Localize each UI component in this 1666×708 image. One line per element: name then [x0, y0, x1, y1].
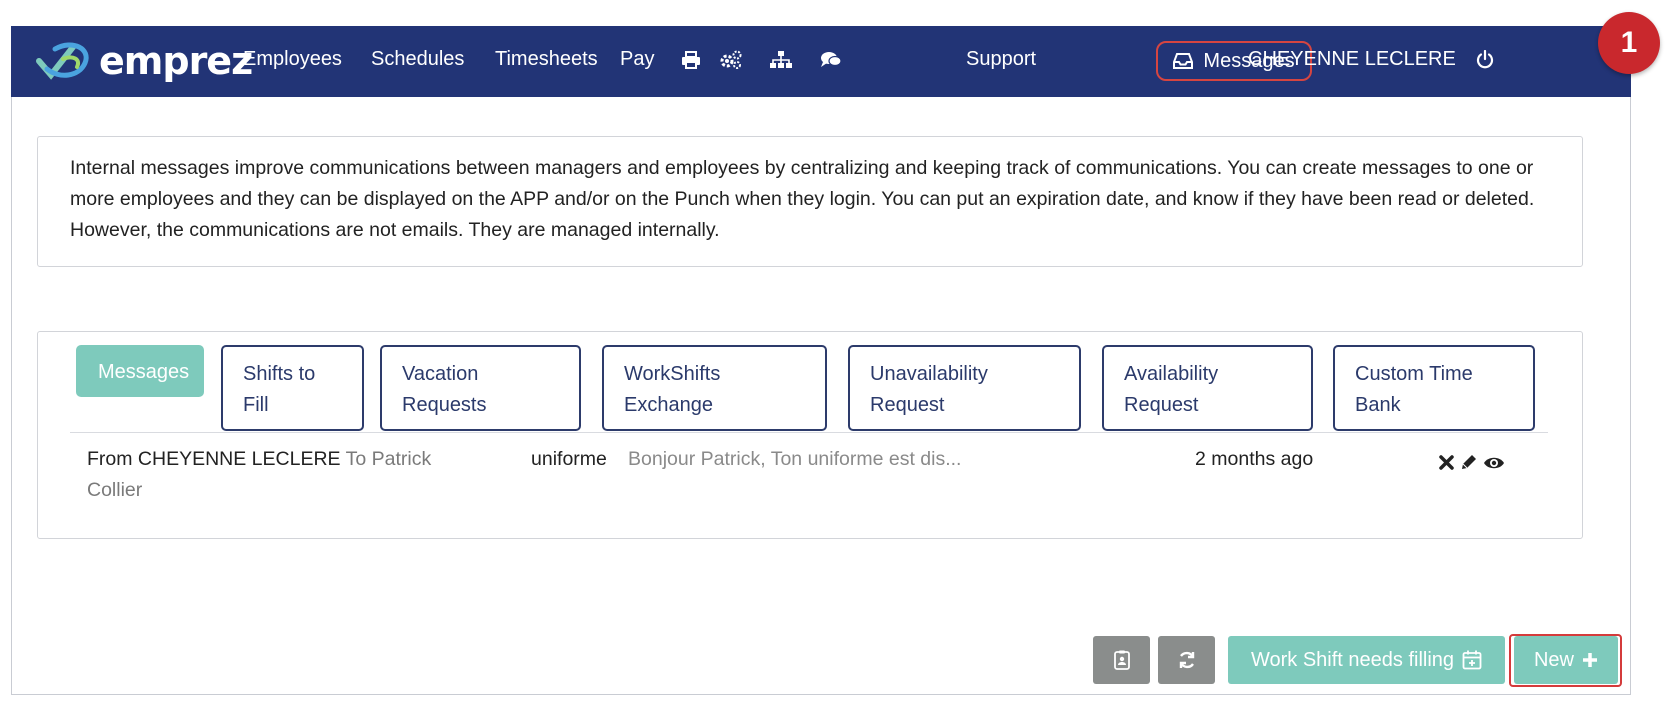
tab-custom-time-bank[interactable]: Custom Time Bank	[1333, 345, 1535, 431]
view-icon[interactable]	[1483, 450, 1505, 481]
refresh-button[interactable]	[1158, 636, 1215, 684]
comments-icon[interactable]	[815, 42, 847, 78]
nav-employees[interactable]: Employees	[243, 48, 342, 71]
info-panel: Internal messages improve communications…	[37, 136, 1583, 267]
brand-name: emprez	[99, 39, 253, 83]
tab-vacation-requests[interactable]: Vacation Requests	[380, 345, 581, 431]
tab-workshifts-exchange[interactable]: WorkShifts Exchange	[602, 345, 827, 431]
brand-logo[interactable]: emprez	[33, 36, 253, 86]
info-text: Internal messages improve communications…	[70, 157, 1535, 241]
edit-icon[interactable]	[1460, 450, 1478, 481]
tab-divider	[70, 432, 1548, 433]
tab-unavailability-request[interactable]: Unavailability Request	[848, 345, 1081, 431]
refresh-icon	[1179, 651, 1194, 669]
message-subject: uniforme	[531, 448, 607, 470]
tab-availability-request[interactable]: Availability Request	[1102, 345, 1313, 431]
sitemap-icon[interactable]	[765, 42, 797, 78]
employee-card-button[interactable]	[1093, 636, 1150, 684]
message-sender-recipient: From CHEYENNE LECLERE To Patrick Collier	[87, 444, 457, 506]
cogs-icon[interactable]	[715, 42, 747, 78]
emprez-logo-icon	[36, 42, 89, 80]
message-row[interactable]: From CHEYENNE LECLERE To Patrick Collier…	[38, 442, 1584, 512]
inbox-icon	[1173, 53, 1194, 69]
nav-pay[interactable]: Pay	[620, 48, 654, 71]
message-from: From CHEYENNE LECLERE	[87, 448, 341, 470]
message-preview: Bonjour Patrick, Ton uniforme est dis...	[628, 448, 962, 470]
plus-icon	[1583, 653, 1597, 667]
id-badge-icon	[1113, 650, 1130, 670]
print-icon[interactable]	[675, 42, 707, 78]
message-actions	[1438, 450, 1505, 481]
messages-panel: Messages Shifts to Fill Vacation Request…	[37, 331, 1583, 539]
work-shift-label: Work Shift needs filling	[1250, 648, 1455, 671]
step-badge: 1	[1598, 12, 1660, 74]
message-time: 2 months ago	[1195, 448, 1314, 470]
new-button-label: New	[1533, 648, 1574, 671]
delete-icon[interactable]	[1438, 450, 1455, 481]
tab-shifts-to-fill[interactable]: Shifts to Fill	[221, 345, 364, 431]
tab-messages[interactable]: Messages	[76, 345, 204, 397]
nav-user-name[interactable]: CHEYENNE LECLERE	[1248, 48, 1456, 71]
nav-support[interactable]: Support	[966, 48, 1036, 71]
top-navbar: emprez Employees Schedules Timesheets Pa…	[11, 26, 1631, 97]
power-icon[interactable]	[1469, 42, 1501, 78]
work-shift-needs-filling-button[interactable]: Work Shift needs filling	[1228, 636, 1505, 684]
calendar-plus-icon	[1462, 650, 1482, 670]
nav-schedules[interactable]: Schedules	[371, 48, 464, 71]
new-message-button[interactable]: New	[1514, 636, 1618, 684]
nav-timesheets[interactable]: Timesheets	[495, 48, 598, 71]
